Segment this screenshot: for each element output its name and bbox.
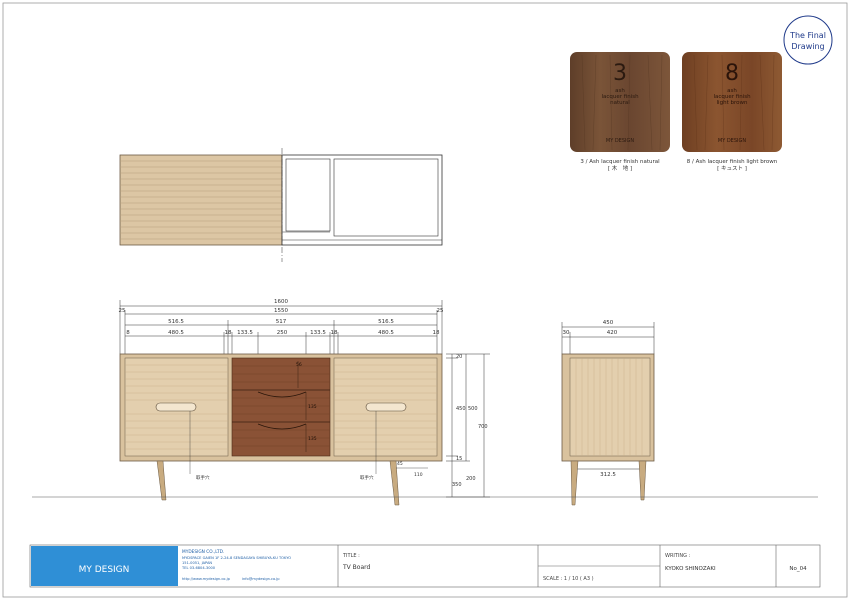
dim-right-b: 500 xyxy=(468,406,478,412)
dim-sub-left: 480.5 xyxy=(168,330,184,336)
company-web: http://www.mydesign.co.jp xyxy=(182,577,231,581)
dim-side-inner: 420 xyxy=(607,330,618,336)
final-drawing-stamp: The Final Drawing xyxy=(783,15,833,65)
dim-section-left: 516.5 xyxy=(168,319,184,325)
wood-sample-light-brown: 8 ash lacquer finish light brown MY DESI… xyxy=(682,52,782,172)
front-dimension-labels: 1600 25 1550 25 516.5 517 516.5 8 480.5 … xyxy=(119,299,444,336)
front-view: 56 135 135 取手穴 取手穴 45 110 xyxy=(119,353,443,506)
sample1-caption: 3 / Ash lacquer finish natural xyxy=(580,159,660,165)
dim-right-top: 20 xyxy=(456,354,462,360)
dim-drawer-h3: 135 xyxy=(308,436,317,442)
writing-label: WRITING : xyxy=(665,553,691,559)
sample2-line3: light brown xyxy=(717,100,748,106)
title-block: MY DESIGN MYDESIGN CO.,LTD. MYDSPACE GAI… xyxy=(29,544,821,588)
wood-sample-natural: 3 ash lacquer finish natural MY DESIGN 3… xyxy=(570,52,670,172)
dim-right-height: 700 xyxy=(478,424,488,430)
side-view xyxy=(561,353,655,506)
dim-mid-center: 250 xyxy=(277,330,288,336)
dim-leg-note: 45 xyxy=(397,461,403,467)
handle-right xyxy=(365,402,407,412)
dim-edge-r2: 18 xyxy=(433,330,440,336)
dim-inner-width: 1550 xyxy=(274,308,288,314)
dim-total-width: 1600 xyxy=(274,299,288,305)
sample1-number: 3 xyxy=(613,61,627,86)
sample1-brand: MY DESIGN xyxy=(606,138,634,144)
handle-note-right: 取手穴 xyxy=(360,474,374,481)
sample1-caption2: [ 木 地 ] xyxy=(608,164,632,172)
company-logo: MY DESIGN xyxy=(79,565,130,575)
company-tel: TEL 03-6804-3000 xyxy=(181,566,216,570)
company-name: MYDESIGN CO.,LTD. xyxy=(182,549,224,555)
stamp-line1: The Final xyxy=(789,31,826,40)
dim-right-a: 450 xyxy=(456,406,466,412)
title-value: TV Board xyxy=(342,564,371,571)
plan-view xyxy=(119,148,443,262)
dim-mid-left: 133.5 xyxy=(237,330,253,336)
dim-section-right: 516.5 xyxy=(378,319,394,325)
company-email: info@mydesign.co.jp xyxy=(242,577,280,581)
dim-right-leg: 200 xyxy=(466,476,476,482)
title-label: TITLE : xyxy=(342,553,360,559)
dim-depth: 450 xyxy=(603,320,614,326)
front-vertical-labels: 20 450 500 700 15 200 350 xyxy=(452,354,488,488)
stamp-line2: Drawing xyxy=(791,42,824,51)
dim-sub-right: 480.5 xyxy=(378,330,394,336)
dim-gap-right: 18 xyxy=(331,330,338,336)
writing-value: KYOKO SHINOZAKI xyxy=(665,566,716,572)
drawing-number: No_04 xyxy=(789,566,807,572)
dim-leg-height: 350 xyxy=(452,482,462,488)
dim-right-c: 15 xyxy=(456,456,462,462)
sample2-caption: 8 / Ash lacquer finish light brown xyxy=(687,159,778,165)
company-address1: MYDSPACE GAIEN 1F 2-24-8 SENDAGAYA SHIBU… xyxy=(182,556,291,560)
sample2-number: 8 xyxy=(725,61,739,86)
dim-edge-l2: 8 xyxy=(126,330,130,336)
dim-leg-note2: 110 xyxy=(414,472,423,478)
dim-mid-right: 133.5 xyxy=(310,330,326,336)
sample2-caption2: [ キュスト ] xyxy=(717,165,747,172)
handle-note-left: 取手穴 xyxy=(196,474,210,481)
drawing-sheet: The Final Drawing 3 ash lacquer finish n… xyxy=(0,0,850,600)
dim-section-center: 517 xyxy=(276,319,287,325)
company-address2: 151-0051, JAPAN xyxy=(182,561,212,565)
sample1-line3: natural xyxy=(610,100,630,106)
dim-drawer-h1: 56 xyxy=(296,362,302,368)
dim-leg-span: 312.5 xyxy=(600,472,616,478)
dim-gap-left: 18 xyxy=(225,330,232,336)
drawing-canvas: The Final Drawing 3 ash lacquer finish n… xyxy=(2,2,848,598)
scale-text: SCALE : 1 / 10 ( A3 ) xyxy=(543,576,594,582)
dim-side-edge: 30 xyxy=(563,330,570,336)
dim-edge-right: 25 xyxy=(437,308,444,314)
dim-drawer-h2: 135 xyxy=(308,404,317,410)
dim-edge-left: 25 xyxy=(119,308,126,314)
handle-left xyxy=(155,402,197,412)
sample2-brand: MY DESIGN xyxy=(718,138,746,144)
